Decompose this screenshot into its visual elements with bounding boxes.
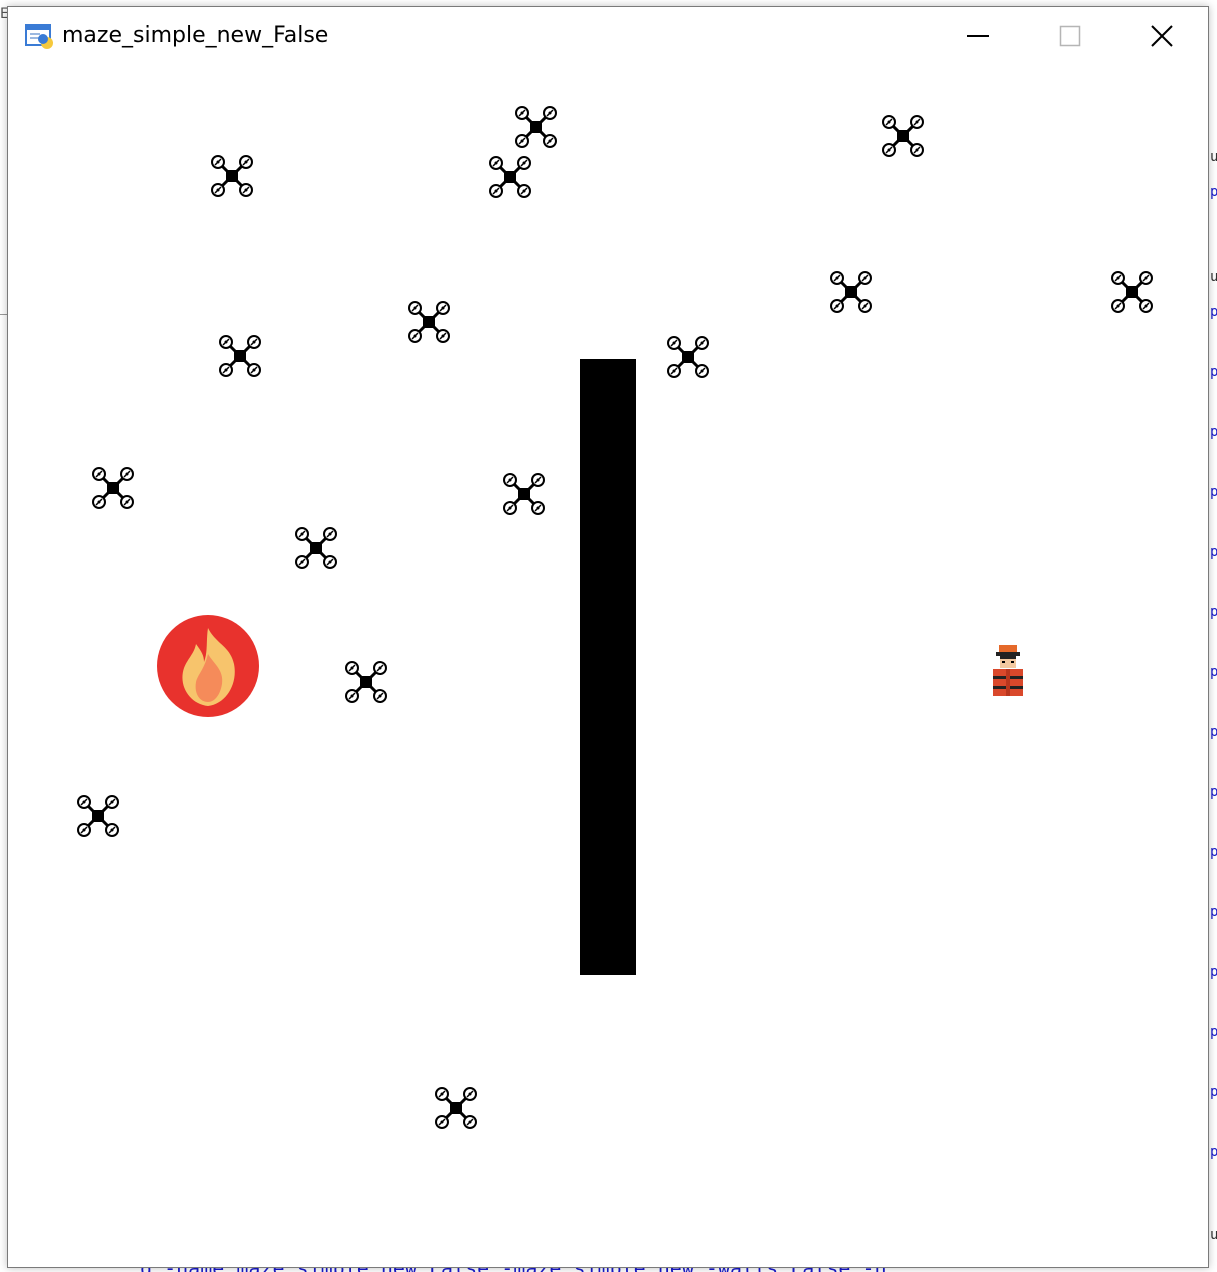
background-line-marker: p: [1210, 1144, 1217, 1160]
background-line-marker: p: [1210, 364, 1217, 380]
close-button[interactable]: [1116, 7, 1208, 65]
drone-icon: [92, 467, 134, 509]
minimize-icon: [967, 35, 989, 37]
firefighter-icon: [993, 645, 1023, 696]
background-line-marker: p: [1210, 964, 1217, 980]
background-line-marker: p: [1210, 1024, 1217, 1040]
drone-icon: [219, 335, 261, 377]
background-line-marker: p: [1210, 844, 1217, 860]
maximize-icon: [1059, 25, 1081, 47]
drone-icon: [408, 301, 450, 343]
maze-wall: [580, 359, 636, 975]
background-line-marker: p: [1210, 724, 1217, 740]
drone-icon: [435, 1087, 477, 1129]
drone-icon: [503, 473, 545, 515]
background-line-marker: p: [1210, 904, 1217, 920]
background-divider: [0, 314, 7, 315]
background-editor: u p u p p p p p p p p p p p p p p p u: [1209, 0, 1217, 1272]
maze-window: maze_simple_new_False: [7, 6, 1209, 1268]
drone-icon: [667, 336, 709, 378]
title-bar[interactable]: maze_simple_new_False: [8, 7, 1208, 65]
fire-icon: [157, 615, 259, 717]
drone-icon: [515, 106, 557, 148]
background-line-marker: u: [1210, 1227, 1217, 1243]
background-line-marker: p: [1210, 544, 1217, 560]
window-title: maze_simple_new_False: [62, 23, 329, 48]
background-line-marker: p: [1210, 604, 1217, 620]
background-line-marker: u: [1210, 269, 1217, 285]
background-line-marker: p: [1210, 184, 1217, 200]
background-line-marker: p: [1210, 304, 1217, 320]
drone-icon: [1111, 271, 1153, 313]
drone-icon: [489, 156, 531, 198]
minimize-button[interactable]: [932, 7, 1024, 65]
drone-icon: [830, 271, 872, 313]
background-line-marker: p: [1210, 1084, 1217, 1100]
background-line-marker: p: [1210, 784, 1217, 800]
drone-icon: [77, 795, 119, 837]
background-line-marker: u: [1210, 149, 1217, 165]
close-icon: [1151, 25, 1173, 47]
maximize-button[interactable]: [1024, 7, 1116, 65]
drone-icon: [211, 155, 253, 197]
drone-icon: [345, 661, 387, 703]
drone-icon: [882, 115, 924, 157]
maze-canvas[interactable]: [8, 65, 1208, 1267]
background-line-marker: p: [1210, 664, 1217, 680]
background-window-edge: E: [0, 0, 8, 1272]
background-line-marker: p: [1210, 424, 1217, 440]
background-line-marker: p: [1210, 484, 1217, 500]
python-app-icon: [25, 24, 53, 49]
drone-icon: [295, 527, 337, 569]
